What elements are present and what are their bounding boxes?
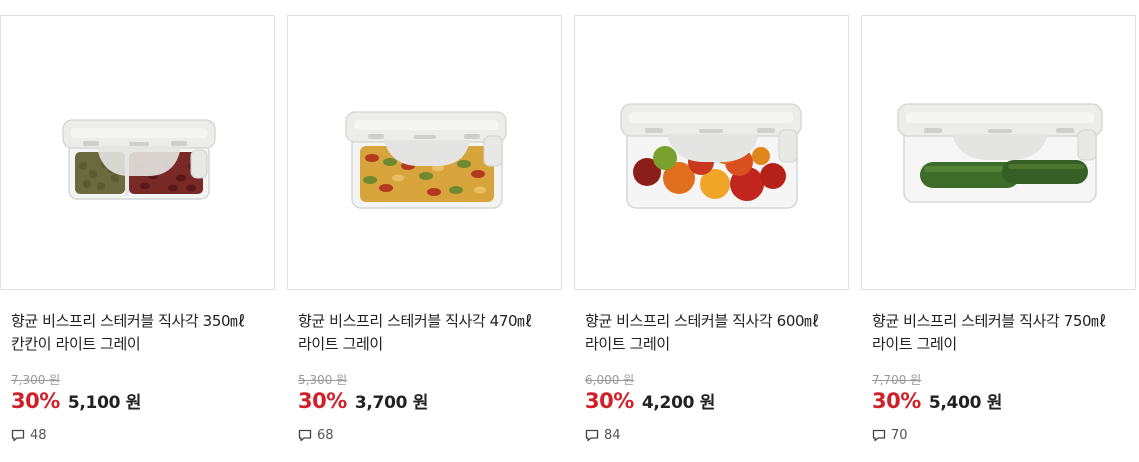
review-count[interactable]: 84 (585, 428, 621, 443)
product-image[interactable] (0, 15, 275, 290)
product-image[interactable] (861, 15, 1136, 290)
price-row: 30% 4,200 원 (585, 388, 715, 413)
product-name[interactable]: 향균 비스프리 스테커블 직사각 750㎖ 라이트 그레이 (872, 310, 1134, 356)
product-name-line1: 향균 비스프리 스테커블 직사각 350㎖ (11, 312, 245, 330)
product-card[interactable]: 향균 비스프리 스테커블 직사각 750㎖ 라이트 그레이 7,700 원 30… (861, 15, 1136, 455)
discount-rate: 30% (585, 389, 634, 413)
review-count-value: 68 (317, 428, 334, 443)
product-name[interactable]: 향균 비스프리 스테커블 직사각 350㎖ 칸칸이 라이트 그레이 (11, 310, 273, 356)
price-row: 30% 5,400 원 (872, 388, 1002, 413)
product-name-line2: 라이트 그레이 (298, 335, 383, 353)
speech-bubble-icon (585, 429, 599, 442)
product-name-line1: 향균 비스프리 스테커블 직사각 750㎖ (872, 312, 1106, 330)
discount-rate: 30% (298, 389, 347, 413)
container-with-pasta-image (345, 111, 507, 209)
sale-price: 5,400 원 (928, 393, 1003, 413)
speech-bubble-icon (872, 429, 886, 442)
review-count-value: 84 (604, 428, 621, 443)
speech-bubble-icon (11, 429, 25, 442)
container-with-cucumbers-image (897, 103, 1103, 203)
sale-price: 5,100 원 (67, 393, 142, 413)
product-name[interactable]: 향균 비스프리 스테커블 직사각 470㎖ 라이트 그레이 (298, 310, 560, 356)
product-name-line2: 칸칸이 라이트 그레이 (11, 335, 141, 353)
original-price: 7,300 원 (11, 373, 61, 387)
product-image[interactable] (574, 15, 849, 290)
discount-rate: 30% (11, 389, 60, 413)
container-with-beans-image (62, 119, 216, 200)
product-card[interactable]: 향균 비스프리 스테커블 직사각 350㎖ 칸칸이 라이트 그레이 7,300 … (0, 15, 275, 455)
review-count[interactable]: 48 (11, 428, 47, 443)
product-name-line1: 향균 비스프리 스테커블 직사각 600㎖ (585, 312, 819, 330)
review-count[interactable]: 70 (872, 428, 908, 443)
price-row: 30% 3,700 원 (298, 388, 428, 413)
product-name[interactable]: 향균 비스프리 스테커블 직사각 600㎖ 라이트 그레이 (585, 310, 847, 356)
original-price: 7,700 원 (872, 373, 922, 387)
original-price: 5,300 원 (298, 373, 348, 387)
review-count-value: 70 (891, 428, 908, 443)
sale-price: 3,700 원 (354, 393, 429, 413)
product-name-line2: 라이트 그레이 (585, 335, 670, 353)
price-row: 30% 5,100 원 (11, 388, 141, 413)
original-price: 6,000 원 (585, 373, 635, 387)
product-name-line1: 향균 비스프리 스테커블 직사각 470㎖ (298, 312, 532, 330)
speech-bubble-icon (298, 429, 312, 442)
container-with-tomatoes-image (620, 103, 802, 209)
product-image[interactable] (287, 15, 562, 290)
sale-price: 4,200 원 (641, 393, 716, 413)
product-card[interactable]: 향균 비스프리 스테커블 직사각 470㎖ 라이트 그레이 5,300 원 30… (287, 15, 562, 455)
product-card[interactable]: 향균 비스프리 스테커블 직사각 600㎖ 라이트 그레이 6,000 원 30… (574, 15, 849, 455)
product-name-line2: 라이트 그레이 (872, 335, 957, 353)
review-count-value: 48 (30, 428, 47, 443)
discount-rate: 30% (872, 389, 921, 413)
review-count[interactable]: 68 (298, 428, 334, 443)
